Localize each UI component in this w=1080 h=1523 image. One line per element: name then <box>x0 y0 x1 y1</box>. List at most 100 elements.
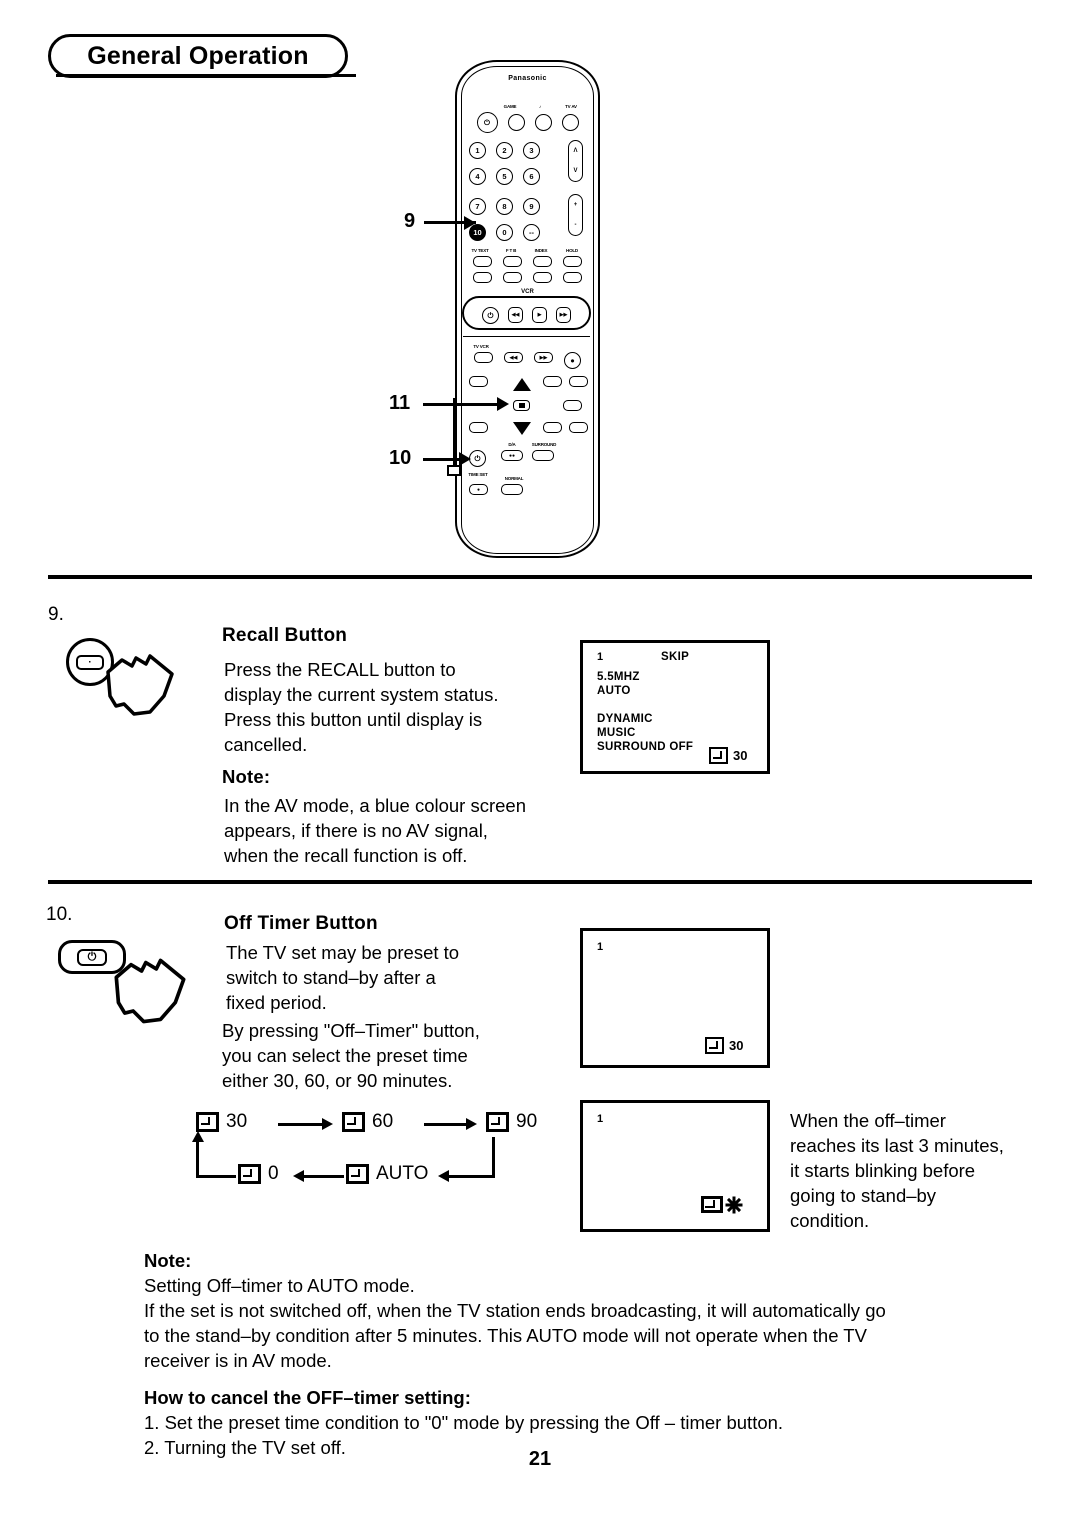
aux-down-button[interactable] <box>569 422 588 433</box>
teletext-blue-button[interactable] <box>563 272 582 283</box>
channel-rocker[interactable]: Λ V <box>568 140 583 182</box>
vcr-power-button[interactable]: ⏻ <box>482 307 499 324</box>
surround-button[interactable] <box>532 450 554 461</box>
key-5[interactable]: 5 <box>496 168 513 185</box>
normal-button[interactable] <box>501 484 523 495</box>
hold-button[interactable] <box>563 256 582 267</box>
section-body-off-timer-2: By pressing "Off–Timer" button, you can … <box>222 1020 480 1091</box>
callout-arrow-10 <box>459 452 471 466</box>
recall-note-title: Note: <box>222 766 271 787</box>
flow-step-auto: AUTO <box>346 1163 428 1185</box>
osd-screen-off-timer-blinking: 1 <box>580 1100 770 1232</box>
dpad-down-button[interactable] <box>513 422 531 435</box>
flow-arrow-line-6 <box>196 1175 236 1178</box>
off-timer-icon <box>238 1164 261 1184</box>
pointing-hand-icon <box>106 654 174 716</box>
ftb-button[interactable] <box>503 256 522 267</box>
callout-label-10: 10 <box>389 447 412 469</box>
power-button[interactable]: ⏻ <box>476 112 498 133</box>
menu-up-button[interactable] <box>543 376 562 387</box>
off-timer-icon <box>705 1037 724 1054</box>
callout-leader-vertical <box>453 398 455 468</box>
section-title-recall: Recall Button <box>222 625 348 646</box>
flow-step-0: 0 <box>238 1163 279 1185</box>
volume-up-label: + <box>573 202 578 208</box>
ftb-label: F T B <box>505 248 517 253</box>
surround-label: SURROUND <box>531 442 557 447</box>
remote-top-row: ⏻ <box>455 112 600 133</box>
section-number-10: 10. <box>46 904 73 925</box>
pointing-hand-icon <box>114 958 186 1024</box>
game-button[interactable] <box>507 114 525 131</box>
vcr-section-label: VCR <box>521 289 534 295</box>
picture-mode-button[interactable] <box>469 376 488 387</box>
teletext-green-button[interactable] <box>503 272 522 283</box>
index-label: INDEX <box>534 248 548 253</box>
off-timer-button[interactable]: ⏻ <box>469 450 486 467</box>
key-9[interactable]: 9 <box>523 198 540 215</box>
recall-button-glyph: · <box>76 654 104 670</box>
flow-arrow-head-5 <box>192 1131 204 1142</box>
dolby-button[interactable]: ●● <box>501 450 523 461</box>
osd-timer-indicator: 30 <box>709 747 747 764</box>
tv-text-label: TV TEXT <box>471 248 489 253</box>
record-button[interactable]: ● <box>564 352 581 369</box>
time-set-button[interactable]: ● <box>469 484 488 495</box>
key-6[interactable]: 6 <box>523 168 540 185</box>
teletext-yellow-button[interactable] <box>533 272 552 283</box>
aux-up-button[interactable] <box>569 376 588 387</box>
off-timer-power-glyph: ⏻ <box>77 948 107 966</box>
index-button[interactable] <box>533 256 552 267</box>
key-2[interactable]: 2 <box>496 142 513 159</box>
key-dash-dash[interactable]: -- <box>523 224 540 241</box>
flow-arrow-line-5 <box>302 1175 344 1178</box>
normalize-button[interactable] <box>563 400 582 411</box>
tv-text-button[interactable] <box>473 256 492 267</box>
flow-step-30: 30 <box>196 1111 247 1133</box>
skip-back-button[interactable]: ◀◀ <box>504 352 523 363</box>
recall-press-illustration: · <box>66 638 196 718</box>
vcr-rewind-button[interactable]: ◀◀ <box>508 307 523 323</box>
osd-screen-recall: 1 SKIP 5.5MHZ AUTO DYNAMIC MUSIC SURROUN… <box>580 640 770 774</box>
dpad-center-glyph <box>518 403 525 408</box>
key-1[interactable]: 1 <box>469 142 486 159</box>
sound-mode-button[interactable] <box>469 422 488 433</box>
skip-forward-button[interactable]: ▶▶ <box>534 352 553 363</box>
flow-arrow-line-1 <box>278 1123 326 1126</box>
section-title-off-timer: Off Timer Button <box>224 913 378 934</box>
header-underline <box>56 74 356 77</box>
vcr-forward-button[interactable]: ▶▶ <box>556 307 571 323</box>
key-3[interactable]: 3 <box>523 142 540 159</box>
osd-surround-off: SURROUND OFF <box>597 741 694 753</box>
teletext-red-button[interactable] <box>473 272 492 283</box>
hold-label: HOLD <box>566 248 578 253</box>
flow-arrow-head-2 <box>466 1118 477 1130</box>
key-8[interactable]: 8 <box>496 198 513 215</box>
blinking-description-text: When the off–timer reaches its last 3 mi… <box>790 1110 1004 1231</box>
vcr-buttons-row: ⏻ ◀◀ ▶ ▶▶ <box>464 307 589 324</box>
key-0[interactable]: 0 <box>496 224 513 241</box>
osd-audio-auto: AUTO <box>597 685 631 697</box>
off-timer-icon <box>486 1112 509 1132</box>
channel-up-label: Λ <box>573 148 578 154</box>
blink-starburst-icon <box>724 1195 743 1214</box>
bottom-note-line-4: receiver is in AV mode. <box>144 1350 332 1371</box>
remote-divider <box>463 336 590 338</box>
section-body-recall: Press the RECALL button to display the c… <box>224 659 499 755</box>
dpad-center-button[interactable] <box>513 400 530 411</box>
divider-top <box>48 575 1032 579</box>
key-4[interactable]: 4 <box>469 168 486 185</box>
mute-button[interactable] <box>534 114 552 131</box>
key-7[interactable]: 7 <box>469 198 486 215</box>
volume-rocker[interactable]: + - <box>568 194 583 236</box>
dpad-up-button[interactable] <box>513 378 531 391</box>
menu-down-button[interactable] <box>543 422 562 433</box>
callout-arrow-9 <box>464 216 476 230</box>
bottom-note-line-2: If the set is not switched off, when the… <box>144 1300 886 1321</box>
tv-av-button[interactable] <box>561 114 579 131</box>
vcr-play-stop-button[interactable]: ▶ <box>532 307 547 323</box>
off-timer-cycle-diagram: 30 60 90 AUTO 0 <box>190 1105 570 1225</box>
channel-down-label: V <box>573 168 578 174</box>
tv-vcr-button[interactable] <box>474 352 493 363</box>
off-timer-icon <box>342 1112 365 1132</box>
